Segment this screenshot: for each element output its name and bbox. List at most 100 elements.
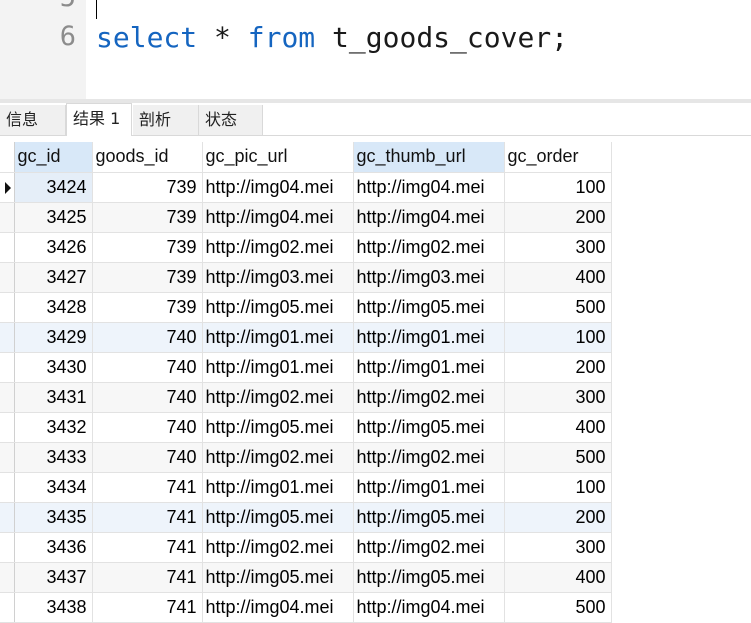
cell-goods_id[interactable]: 740 <box>92 442 203 473</box>
tab-profile[interactable]: 剖析 <box>133 105 199 135</box>
row-selector[interactable] <box>0 532 15 563</box>
column-header-gc_id[interactable]: gc_id <box>14 142 93 173</box>
cell-goods_id[interactable]: 740 <box>92 352 203 383</box>
tab-info[interactable]: 信息 <box>0 105 66 135</box>
column-header-gc_pic_url[interactable]: gc_pic_url <box>202 142 354 173</box>
cell-gc_pic_url[interactable]: http://img05.mei <box>202 562 354 593</box>
cell-gc_pic_url[interactable]: http://img04.mei <box>202 172 354 203</box>
cell-gc_order[interactable]: 400 <box>504 262 612 293</box>
cell-gc_order[interactable]: 200 <box>504 502 612 533</box>
tab-result-1[interactable]: 结果 1 <box>66 103 132 136</box>
cell-goods_id[interactable]: 739 <box>92 172 203 203</box>
cell-gc_id[interactable]: 3424 <box>14 172 93 203</box>
cell-gc_id[interactable]: 3438 <box>14 592 93 623</box>
cell-goods_id[interactable]: 740 <box>92 412 203 443</box>
cell-gc_order[interactable]: 200 <box>504 352 612 383</box>
cell-goods_id[interactable]: 740 <box>92 382 203 413</box>
table-row[interactable]: 3432 740 http://img05.mei http://img05.mei 4… <box>0 412 612 443</box>
table-row[interactable]: 3424 739 http://img04.mei http://img04.mei 1… <box>0 172 612 203</box>
table-row[interactable]: 3437 741 http://img05.mei http://img05.mei 4… <box>0 562 612 593</box>
cell-gc_order[interactable]: 100 <box>504 472 612 503</box>
tab-status[interactable]: 状态 <box>199 105 263 135</box>
sql-code-line[interactable]: select * from t_goods_cover; <box>96 20 568 56</box>
cell-goods_id[interactable]: 741 <box>92 592 203 623</box>
cell-gc_pic_url[interactable]: http://img04.mei <box>202 202 354 233</box>
cell-gc_thumb_url[interactable]: http://img05.mei <box>353 562 505 593</box>
row-selector[interactable] <box>0 472 15 503</box>
cell-gc_order[interactable]: 100 <box>504 172 612 203</box>
row-selector[interactable] <box>0 352 15 383</box>
table-row[interactable]: 3427 739 http://img03.mei http://img03.mei 4… <box>0 262 612 293</box>
cell-gc_thumb_url[interactable]: http://img02.mei <box>353 232 505 263</box>
cell-goods_id[interactable]: 741 <box>92 532 203 563</box>
cell-goods_id[interactable]: 741 <box>92 502 203 533</box>
cell-gc_pic_url[interactable]: http://img05.mei <box>202 412 354 443</box>
cell-gc_thumb_url[interactable]: http://img04.mei <box>353 172 505 203</box>
row-selector[interactable] <box>0 382 15 413</box>
cell-gc_thumb_url[interactable]: http://img04.mei <box>353 202 505 233</box>
cell-goods_id[interactable]: 739 <box>92 232 203 263</box>
cell-gc_pic_url[interactable]: http://img03.mei <box>202 262 354 293</box>
cell-gc_id[interactable]: 3434 <box>14 472 93 503</box>
row-selector[interactable] <box>0 592 15 623</box>
cell-gc_thumb_url[interactable]: http://img02.mei <box>353 442 505 473</box>
table-row[interactable]: 3425 739 http://img04.mei http://img04.mei 2… <box>0 202 612 233</box>
cell-gc_pic_url[interactable]: http://img02.mei <box>202 442 354 473</box>
cell-gc_order[interactable]: 300 <box>504 532 612 563</box>
cell-gc_order[interactable]: 300 <box>504 382 612 413</box>
cell-gc_order[interactable]: 500 <box>504 592 612 623</box>
sql-editor[interactable]: 5 6 select * from t_goods_cover; <box>0 0 751 103</box>
row-selector[interactable] <box>0 412 15 443</box>
cell-gc_id[interactable]: 3426 <box>14 232 93 263</box>
cell-goods_id[interactable]: 741 <box>92 562 203 593</box>
table-row[interactable]: 3435 741 http://img05.mei http://img05.mei 2… <box>0 502 612 533</box>
cell-gc_pic_url[interactable]: http://img01.mei <box>202 352 354 383</box>
table-row[interactable]: 3429 740 http://img01.mei http://img01.mei 1… <box>0 322 612 353</box>
table-row[interactable]: 3431 740 http://img02.mei http://img02.mei 3… <box>0 382 612 413</box>
table-row[interactable]: 3438 741 http://img04.mei http://img04.mei 5… <box>0 592 612 623</box>
cell-goods_id[interactable]: 739 <box>92 262 203 293</box>
cell-goods_id[interactable]: 739 <box>92 202 203 233</box>
cell-goods_id[interactable]: 741 <box>92 472 203 503</box>
cell-goods_id[interactable]: 740 <box>92 322 203 353</box>
cell-gc_id[interactable]: 3431 <box>14 382 93 413</box>
cell-gc_thumb_url[interactable]: http://img03.mei <box>353 262 505 293</box>
row-selector[interactable] <box>0 502 15 533</box>
row-selector[interactable] <box>0 292 15 323</box>
cell-gc_thumb_url[interactable]: http://img01.mei <box>353 472 505 503</box>
row-selector[interactable] <box>0 202 15 233</box>
cell-gc_id[interactable]: 3437 <box>14 562 93 593</box>
cell-gc_thumb_url[interactable]: http://img02.mei <box>353 382 505 413</box>
cell-gc_order[interactable]: 400 <box>504 562 612 593</box>
cell-gc_order[interactable]: 500 <box>504 292 612 323</box>
row-selector[interactable] <box>0 262 15 293</box>
cell-gc_pic_url[interactable]: http://img02.mei <box>202 232 354 263</box>
cell-gc_id[interactable]: 3433 <box>14 442 93 473</box>
cell-gc_pic_url[interactable]: http://img01.mei <box>202 322 354 353</box>
cell-gc_id[interactable]: 3429 <box>14 322 93 353</box>
cell-gc_pic_url[interactable]: http://img01.mei <box>202 472 354 503</box>
cell-gc_thumb_url[interactable]: http://img01.mei <box>353 322 505 353</box>
cell-gc_id[interactable]: 3428 <box>14 292 93 323</box>
row-selector[interactable] <box>0 442 15 473</box>
row-selector[interactable] <box>0 322 15 353</box>
cell-gc_id[interactable]: 3436 <box>14 532 93 563</box>
row-selector[interactable] <box>0 562 15 593</box>
cell-gc_thumb_url[interactable]: http://img05.mei <box>353 292 505 323</box>
cell-gc_order[interactable]: 300 <box>504 232 612 263</box>
cell-gc_pic_url[interactable]: http://img02.mei <box>202 382 354 413</box>
row-selector[interactable] <box>0 172 15 203</box>
cell-gc_order[interactable]: 100 <box>504 322 612 353</box>
column-header-goods_id[interactable]: goods_id <box>92 142 203 173</box>
cell-gc_pic_url[interactable]: http://img02.mei <box>202 532 354 563</box>
cell-goods_id[interactable]: 739 <box>92 292 203 323</box>
table-row[interactable]: 3426 739 http://img02.mei http://img02.mei 3… <box>0 232 612 263</box>
cell-gc_order[interactable]: 500 <box>504 442 612 473</box>
cell-gc_thumb_url[interactable]: http://img04.mei <box>353 592 505 623</box>
cell-gc_thumb_url[interactable]: http://img05.mei <box>353 502 505 533</box>
cell-gc_pic_url[interactable]: http://img05.mei <box>202 292 354 323</box>
table-row[interactable]: 3428 739 http://img05.mei http://img05.mei 5… <box>0 292 612 323</box>
cell-gc_id[interactable]: 3430 <box>14 352 93 383</box>
cell-gc_order[interactable]: 200 <box>504 202 612 233</box>
cell-gc_pic_url[interactable]: http://img05.mei <box>202 502 354 533</box>
